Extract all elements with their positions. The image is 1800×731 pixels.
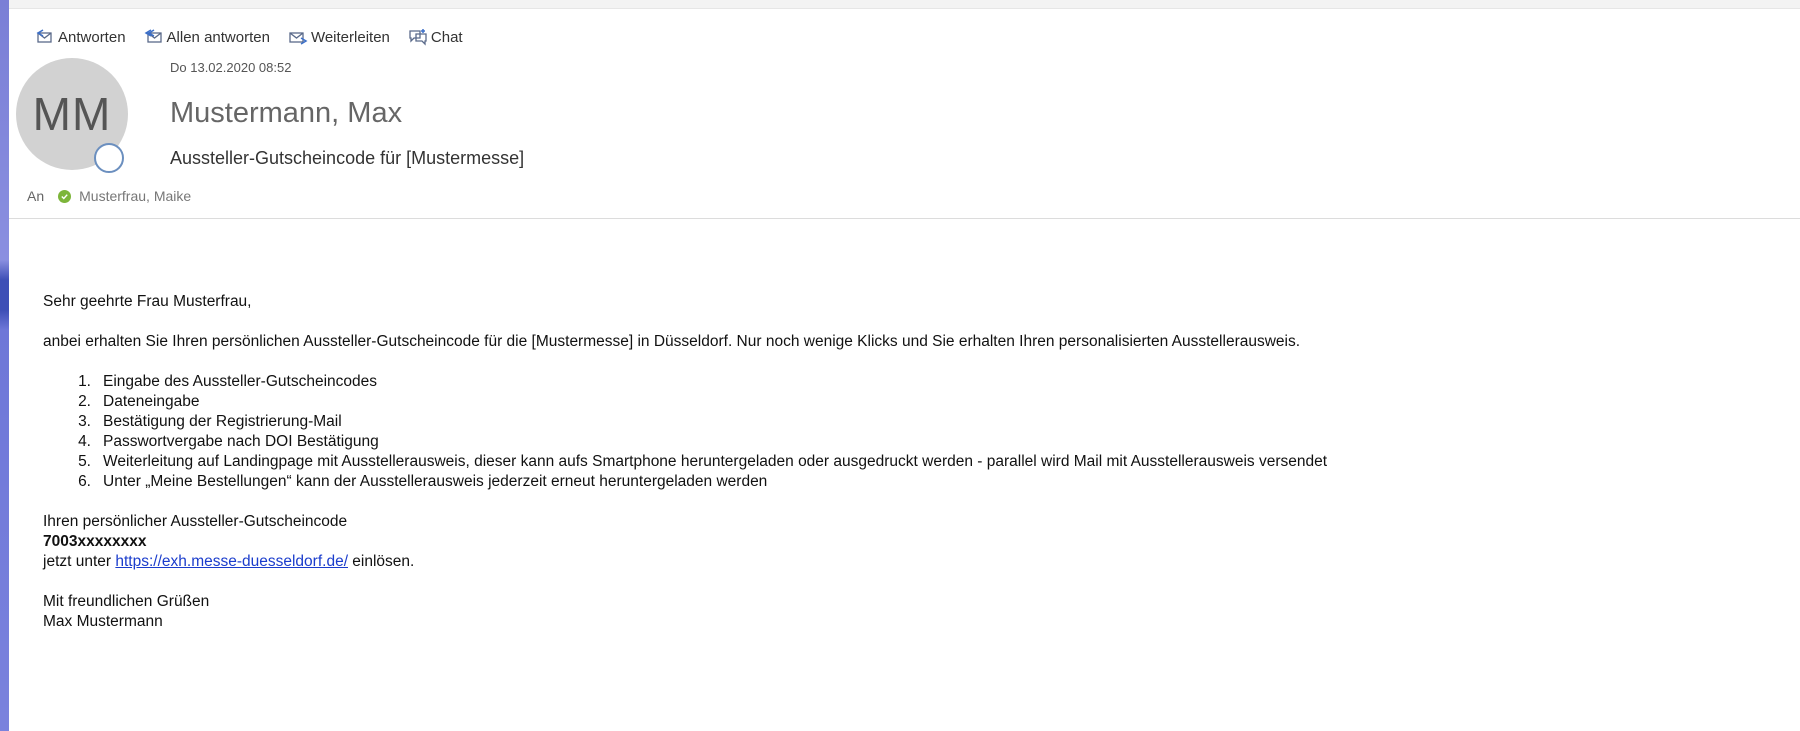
forward-icon bbox=[289, 32, 308, 45]
reply-button[interactable]: Antworten bbox=[35, 28, 126, 46]
recipients-row: An Musterfrau, Maike bbox=[27, 188, 191, 204]
sender-name[interactable]: Mustermann, Max bbox=[170, 97, 402, 130]
window-left-edge bbox=[0, 0, 9, 731]
steps-list: 1. Eingabe des Aussteller-Gutscheincodes … bbox=[43, 372, 1793, 492]
reply-icon bbox=[36, 29, 52, 43]
message-body: Sehr geehrte Frau Musterfrau, anbei erha… bbox=[43, 292, 1793, 632]
greeting: Sehr geehrte Frau Musterfrau, bbox=[43, 293, 252, 310]
list-item: 3. Bestätigung der Registrierung-Mail bbox=[78, 413, 342, 430]
signature: Max Mustermann bbox=[43, 613, 163, 630]
list-item: 5. Weiterleitung auf Landingpage mit Auss… bbox=[78, 453, 1328, 470]
closing: Mit freundlichen Grüßen bbox=[43, 593, 210, 610]
message-toolbar: Antworten Allen antworten Weiterleiten C… bbox=[35, 25, 481, 49]
list-item: 6. Unter „Meine Bestellungen“ kann der Au… bbox=[78, 473, 768, 490]
intro-paragraph: anbei erhalten Sie Ihren persönlichen Au… bbox=[43, 333, 1301, 350]
reply-all-button[interactable]: Allen antworten bbox=[144, 28, 270, 46]
chat-label: Chat bbox=[430, 28, 463, 46]
reply-all-label: Allen antworten bbox=[166, 28, 270, 46]
redeem-line: jetzt unter https://exh.messe-duesseldor… bbox=[43, 553, 415, 570]
list-item: 1. Eingabe des Aussteller-Gutscheincodes bbox=[78, 373, 377, 390]
chat-icon bbox=[409, 29, 427, 46]
reply-label: Antworten bbox=[58, 28, 126, 46]
chat-button[interactable]: Chat bbox=[408, 28, 463, 46]
reply-all-icon bbox=[144, 29, 162, 43]
voucher-code: 7003xxxxxxxx bbox=[43, 533, 147, 550]
forward-label: Weiterleiten bbox=[310, 28, 390, 46]
code-intro: Ihren persönlicher Aussteller-Gutscheinc… bbox=[43, 513, 348, 530]
to-label: An bbox=[27, 188, 45, 204]
avatar-initials: MM bbox=[32, 88, 112, 140]
forward-button[interactable]: Weiterleiten bbox=[288, 28, 390, 46]
available-status-icon bbox=[58, 189, 72, 203]
recipient-name[interactable]: Musterfrau, Maike bbox=[79, 188, 191, 204]
top-border bbox=[9, 0, 1800, 9]
message-date: Do 13.02.2020 08:52 bbox=[170, 60, 292, 75]
redeem-link[interactable]: https://exh.messe-duesseldorf.de/ bbox=[115, 553, 348, 570]
presence-status-icon bbox=[94, 143, 124, 173]
header-divider bbox=[9, 218, 1800, 219]
list-item: 2. Dateneingabe bbox=[78, 393, 200, 410]
message-subject: Aussteller-Gutscheincode für [Mustermess… bbox=[170, 148, 525, 168]
list-item: 4. Passwortvergabe nach DOI Bestätigung bbox=[78, 433, 379, 450]
